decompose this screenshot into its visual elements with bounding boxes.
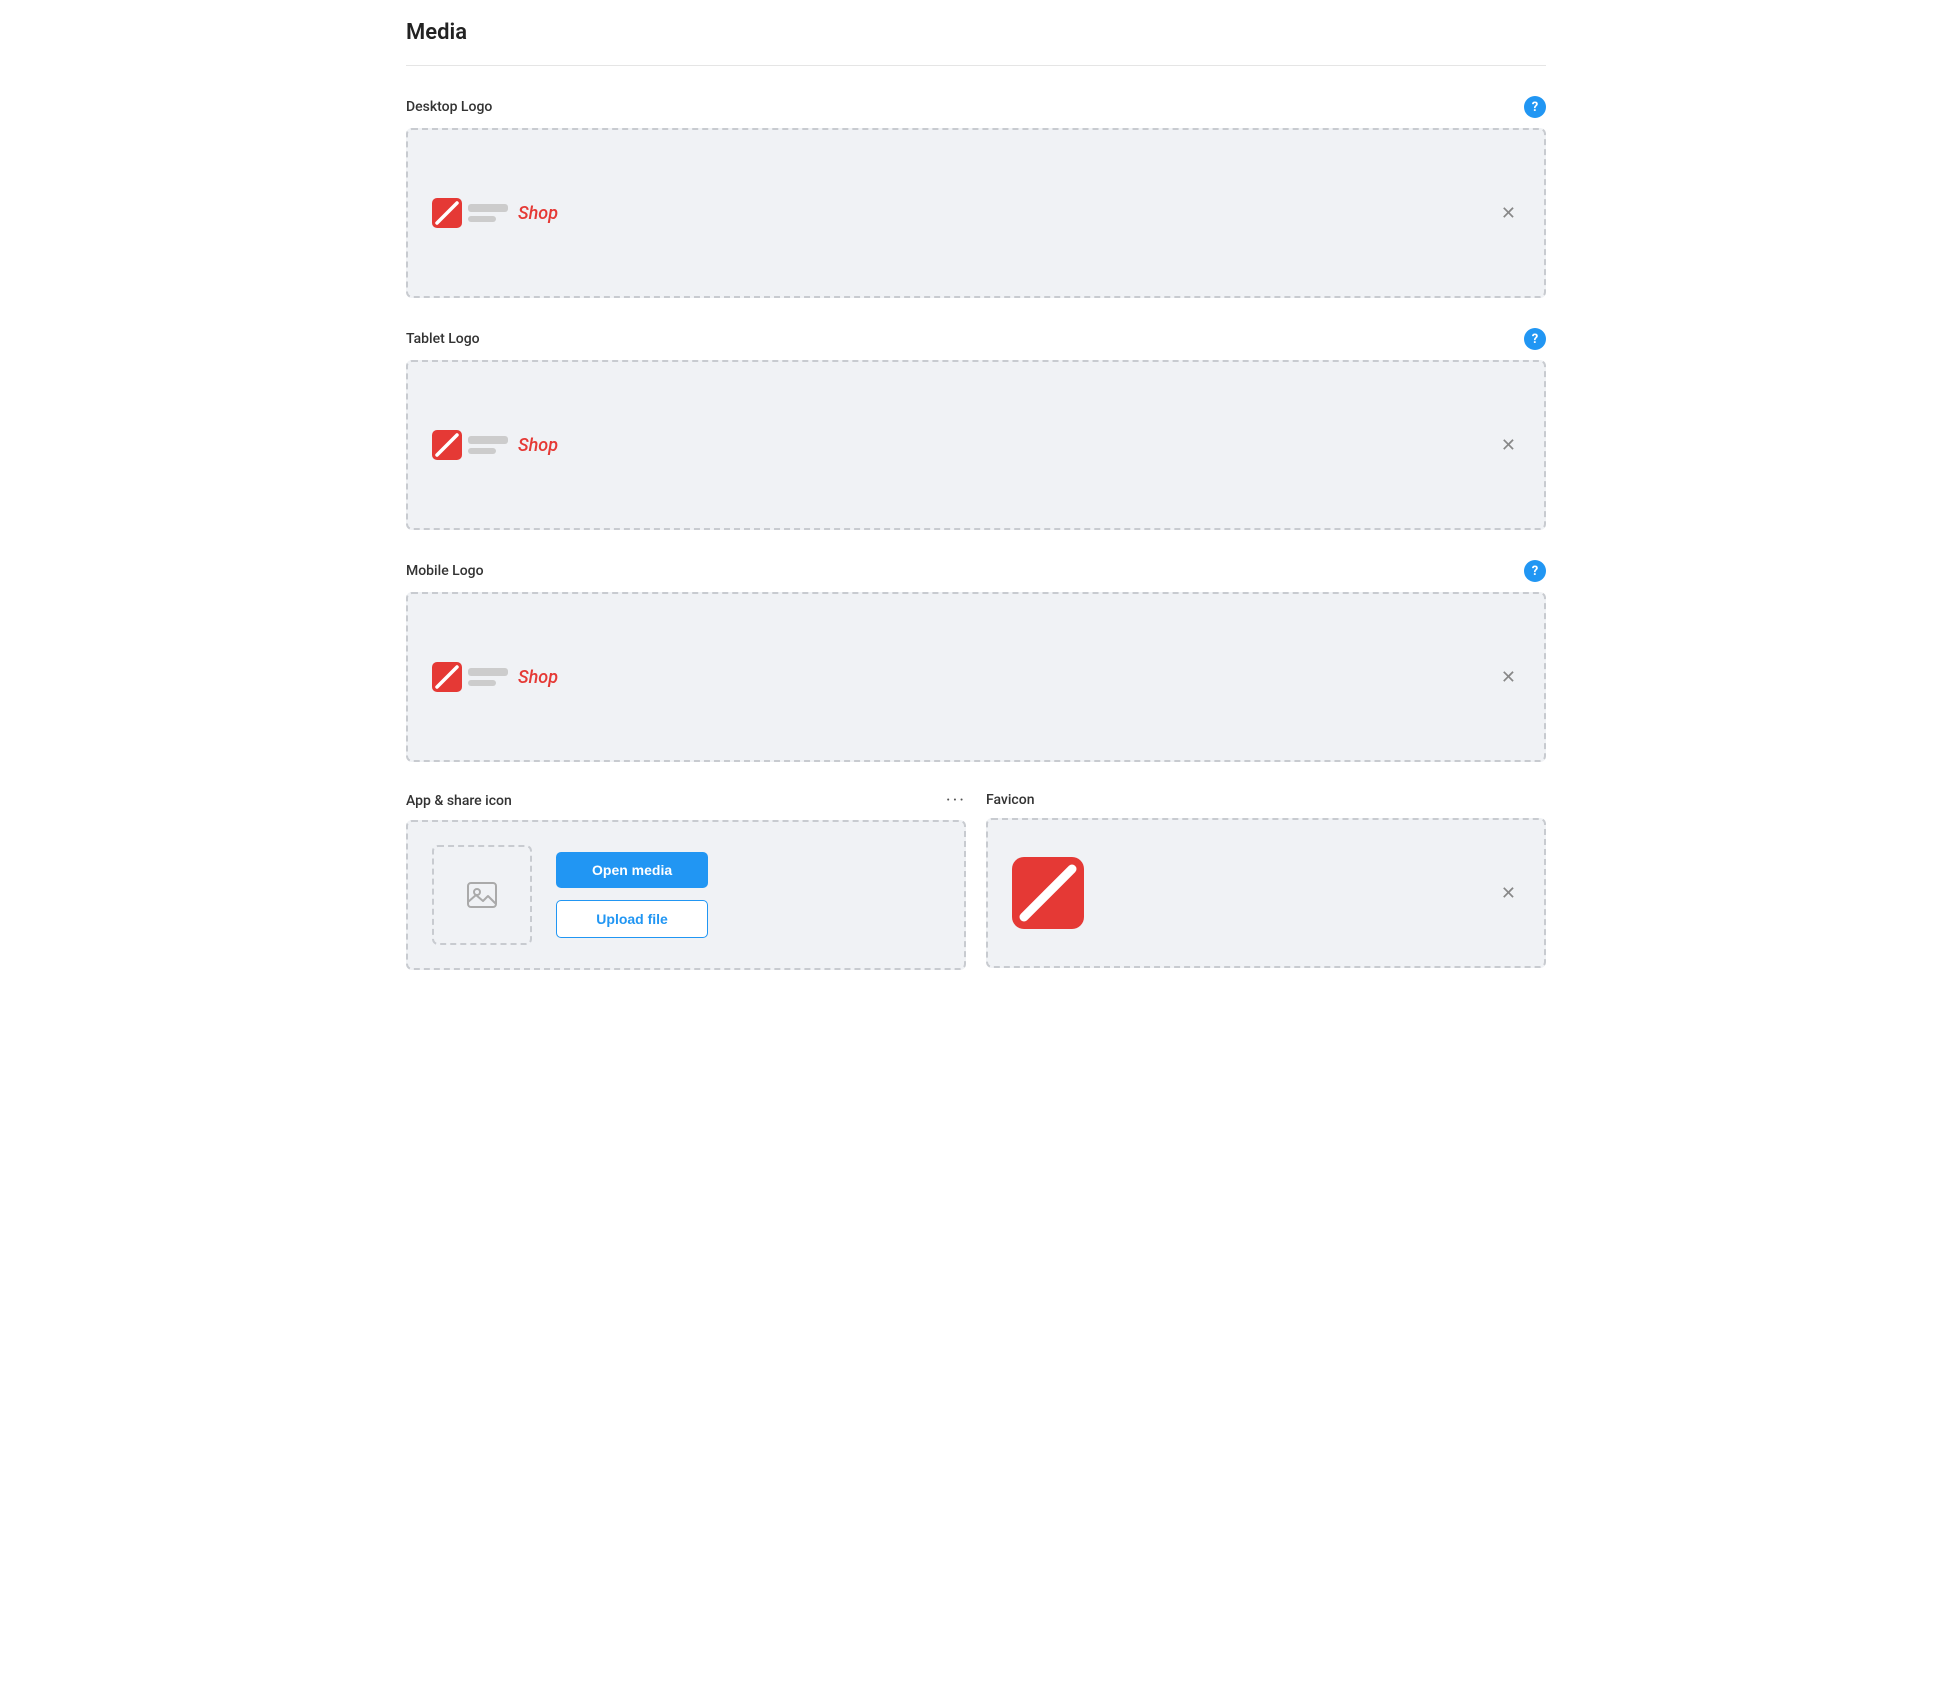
bottom-row: App & share icon ··· Open media Upload f… <box>406 792 1546 970</box>
mobile-logo-section: Mobile Logo ? Shop ✕ <box>406 560 1546 762</box>
favicon-brand-icon <box>1012 857 1084 929</box>
app-share-icon-placeholder <box>432 845 532 945</box>
favicon-dropzone[interactable]: ✕ <box>986 818 1546 968</box>
upload-file-button[interactable]: Upload file <box>556 900 708 938</box>
desktop-logo-remove-button[interactable]: ✕ <box>1497 200 1520 226</box>
tablet-logo-preview: Shop <box>432 430 558 460</box>
desktop-logo-dropzone[interactable]: Shop ✕ <box>406 128 1546 298</box>
mobile-logo-header: Mobile Logo ? <box>406 560 1546 582</box>
mobile-logo-shop-text: Shop <box>518 667 558 688</box>
desktop-logo-preview: Shop <box>432 198 558 228</box>
app-share-icon-dropzone[interactable]: Open media Upload file <box>406 820 966 970</box>
app-share-icon-section: App & share icon ··· Open media Upload f… <box>406 792 966 970</box>
favicon-section: Favicon ✕ <box>986 792 1546 970</box>
tablet-logo-dropzone[interactable]: Shop ✕ <box>406 360 1546 530</box>
favicon-label: Favicon <box>986 792 1034 808</box>
desktop-logo-label: Desktop Logo <box>406 99 492 115</box>
open-media-button[interactable]: Open media <box>556 852 708 888</box>
mobile-logo-label: Mobile Logo <box>406 563 484 579</box>
tablet-logo-label: Tablet Logo <box>406 331 480 347</box>
favicon-icon-wrapper <box>1012 857 1084 929</box>
desktop-logo-gray-bar-sm <box>468 216 496 222</box>
favicon-header: Favicon <box>986 792 1546 808</box>
tablet-logo-gray-bar <box>468 436 508 444</box>
desktop-logo-help-icon[interactable]: ? <box>1524 96 1546 118</box>
desktop-logo-shop-text: Shop <box>518 203 558 224</box>
tablet-logo-text-block <box>468 436 508 454</box>
mobile-logo-help-icon[interactable]: ? <box>1524 560 1546 582</box>
mobile-logo-text-block <box>468 668 508 686</box>
desktop-logo-text-block <box>468 204 508 222</box>
desktop-logo-section: Desktop Logo ? Shop ✕ <box>406 96 1546 298</box>
favicon-remove-button[interactable]: ✕ <box>1497 880 1520 906</box>
tablet-logo-header: Tablet Logo ? <box>406 328 1546 350</box>
desktop-logo-brand-icon <box>432 198 462 228</box>
app-share-icon-label: App & share icon <box>406 793 512 809</box>
desktop-logo-gray-bar <box>468 204 508 212</box>
mobile-logo-remove-button[interactable]: ✕ <box>1497 664 1520 690</box>
mobile-logo-preview: Shop <box>432 662 558 692</box>
app-share-icon-more-button[interactable]: ··· <box>946 792 966 810</box>
tablet-logo-section: Tablet Logo ? Shop ✕ <box>406 328 1546 530</box>
app-share-icon-buttons: Open media Upload file <box>556 852 708 938</box>
mobile-logo-brand-icon <box>432 662 462 692</box>
tablet-logo-shop-text: Shop <box>518 435 558 456</box>
tablet-logo-gray-bar-sm <box>468 448 496 454</box>
mobile-logo-gray-bar-sm <box>468 680 496 686</box>
tablet-logo-brand-icon <box>432 430 462 460</box>
desktop-logo-header: Desktop Logo ? <box>406 96 1546 118</box>
app-share-icon-header: App & share icon ··· <box>406 792 966 810</box>
image-placeholder-icon <box>464 877 500 913</box>
page-title: Media <box>406 20 1546 66</box>
mobile-logo-gray-bar <box>468 668 508 676</box>
tablet-logo-remove-button[interactable]: ✕ <box>1497 432 1520 458</box>
mobile-logo-dropzone[interactable]: Shop ✕ <box>406 592 1546 762</box>
tablet-logo-help-icon[interactable]: ? <box>1524 328 1546 350</box>
